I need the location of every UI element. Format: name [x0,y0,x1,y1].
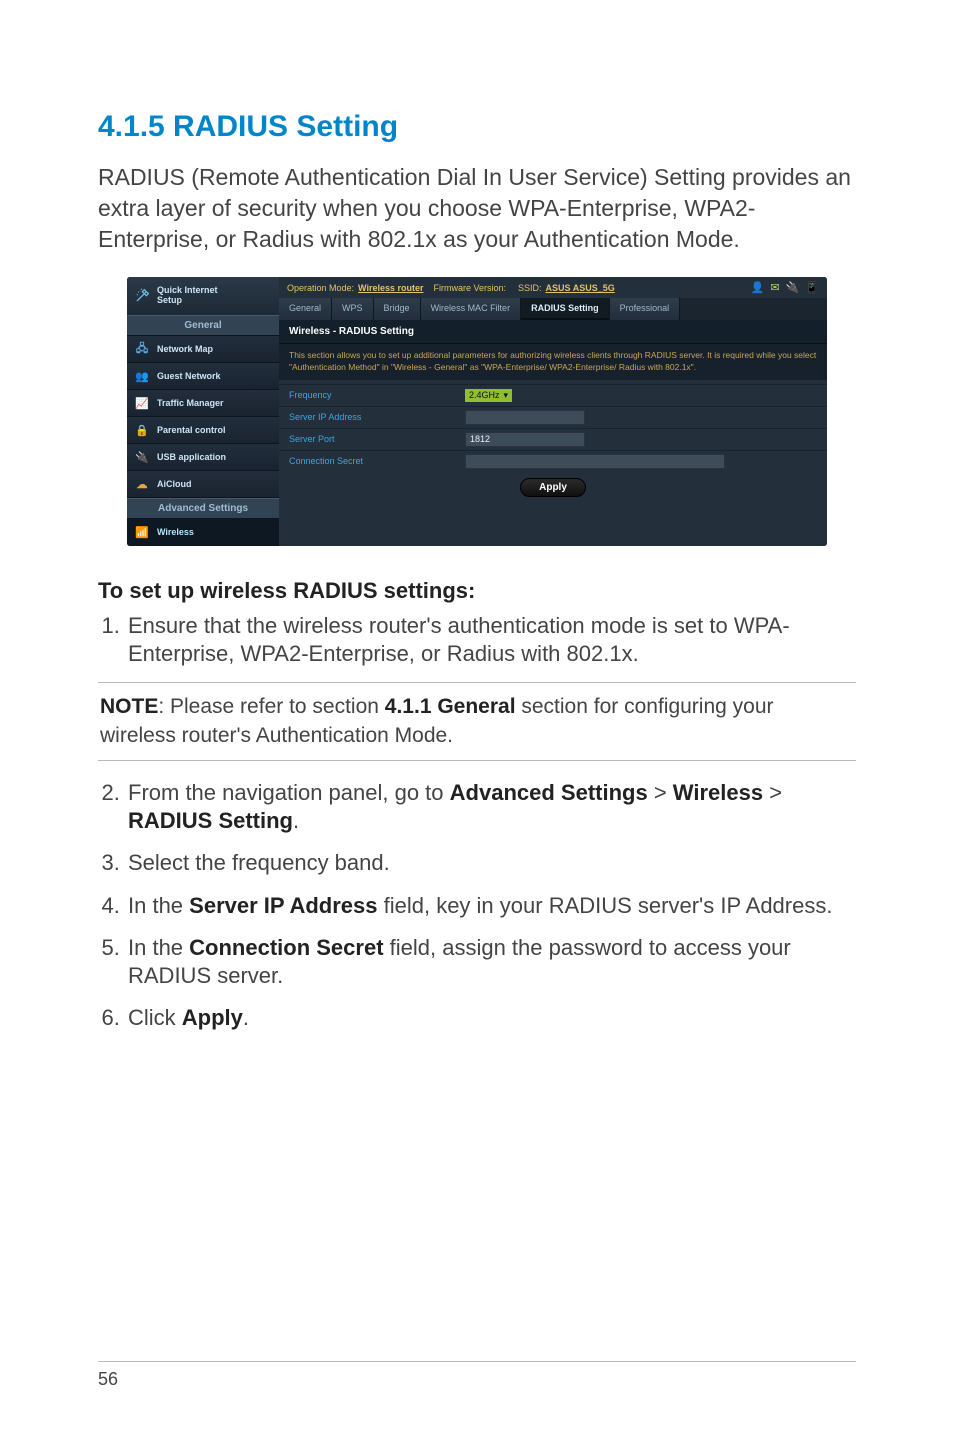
panel-description: This section allows you to set up additi… [279,344,827,380]
sidebar-item-wireless[interactable]: 📶 Wireless [127,519,279,546]
step-5: In the Connection Secret field, assign t… [126,934,856,990]
frequency-label: Frequency [279,386,459,404]
quick-setup-label: Quick Internet Setup [157,286,218,306]
step-6: Click Apply. [126,1004,856,1032]
tab-wireless-mac-filter[interactable]: Wireless MAC Filter [421,298,522,320]
wireless-icon: 📶 [135,525,149,539]
tab-radius-setting[interactable]: RADIUS Setting [521,298,610,320]
connection-secret-input[interactable] [465,454,725,469]
traffic-manager-icon: 📈 [135,396,149,410]
page-number: 56 [98,1369,118,1390]
chevron-down-icon: ▾ [504,390,509,401]
note-bold: 4.1.1 General [385,695,516,718]
sidebar-item-usb-application[interactable]: 🔌 USB application [127,444,279,471]
parental-control-icon: 🔒 [135,423,149,437]
ssid-label: SSID: [518,283,542,293]
footer-rule [98,1361,856,1362]
tab-general[interactable]: General [279,298,332,320]
tab-bar: General WPS Bridge Wireless MAC Filter R… [279,298,827,320]
sidebar-item-traffic-manager[interactable]: 📈 Traffic Manager [127,390,279,417]
sidebar-item-guest-network[interactable]: 👥 Guest Network [127,363,279,390]
server-port-input[interactable] [465,432,585,447]
operation-mode-value[interactable]: Wireless router [358,283,423,293]
guest-network-icon: 👥 [135,369,149,383]
row-server-port: Server Port [279,428,827,450]
status-bar: Operation Mode: Wireless router Firmware… [279,277,827,298]
tab-professional[interactable]: Professional [610,298,681,320]
server-port-label: Server Port [279,430,459,448]
firmware-version-label: Firmware Version: [434,283,507,293]
sidebar-header-general: General [127,315,279,336]
sidebar-item-label: Parental control [157,425,226,435]
note-box: NOTE: Please refer to section 4.1.1 Gene… [98,682,856,761]
note-text-pre: : Please refer to section [158,695,384,718]
panel-title: Wireless - RADIUS Setting [279,320,827,344]
section-heading: 4.1.5 RADIUS Setting [98,110,856,144]
row-frequency: Frequency 2.4GHz ▾ [279,384,827,406]
mail-icon[interactable]: ✉ [770,281,779,294]
server-ip-input[interactable] [465,410,585,425]
aicloud-icon: ☁ [135,477,149,491]
sidebar-item-label: Traffic Manager [157,398,224,408]
apply-button[interactable]: Apply [520,478,586,497]
sidebar-item-parental-control[interactable]: 🔒 Parental control [127,417,279,444]
wand-icon [135,287,151,305]
row-connection-secret: Connection Secret [279,450,827,472]
connection-secret-label: Connection Secret [279,452,459,470]
row-server-ip: Server IP Address [279,406,827,428]
step-3: Select the frequency band. [126,849,856,877]
sidebar-item-label: Wireless [157,527,194,537]
user-icon[interactable]: 👤 [751,281,765,294]
quick-internet-setup[interactable]: Quick Internet Setup [127,277,279,315]
sidebar-item-network-map[interactable]: 🖧 Network Map [127,336,279,363]
router-admin-ui: Quick Internet Setup General 🖧 Network M… [127,277,827,546]
step-2: From the navigation panel, go to Advance… [126,779,856,835]
router-main: Operation Mode: Wireless router Firmware… [279,277,827,546]
usb-icon[interactable]: 🔌 [786,281,800,294]
tab-wps[interactable]: WPS [332,298,374,320]
sidebar-item-label: AiCloud [157,479,192,489]
note-label: NOTE [100,695,158,718]
sidebar-item-label: USB application [157,452,226,462]
device-icon[interactable]: 📱 [805,281,819,294]
ssid-value[interactable]: ASUS ASUS_5G [546,283,615,293]
sidebar-header-advanced: Advanced Settings [127,498,279,519]
step-1: Ensure that the wireless router's authen… [126,612,856,668]
operation-mode-label: Operation Mode: [287,283,354,293]
network-map-icon: 🖧 [135,342,149,356]
router-sidebar: Quick Internet Setup General 🖧 Network M… [127,277,279,546]
steps-title: To set up wireless RADIUS settings: [98,578,856,604]
sidebar-item-label: Network Map [157,344,213,354]
frequency-value: 2.4GHz [469,390,500,400]
frequency-select[interactable]: 2.4GHz ▾ [465,389,512,402]
intro-paragraph: RADIUS (Remote Authentication Dial In Us… [98,162,856,255]
sidebar-item-aicloud[interactable]: ☁ AiCloud [127,471,279,498]
step-4: In the Server IP Address field, key in y… [126,892,856,920]
server-ip-label: Server IP Address [279,408,459,426]
tab-bridge[interactable]: Bridge [374,298,421,320]
sidebar-item-label: Guest Network [157,371,221,381]
usb-application-icon: 🔌 [135,450,149,464]
status-icons: 👤 ✉ 🔌 📱 [751,281,819,294]
